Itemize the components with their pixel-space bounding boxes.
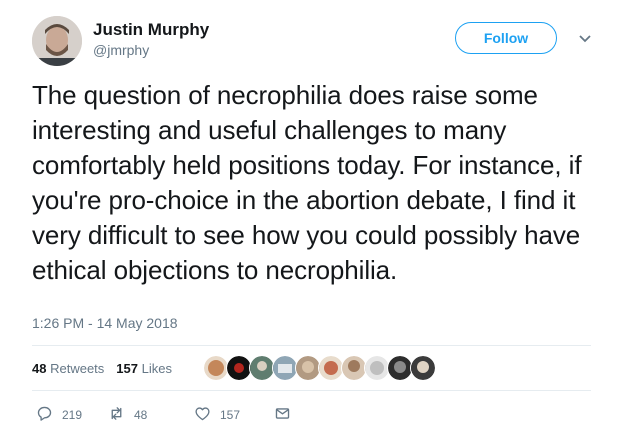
divider xyxy=(32,345,591,346)
direct-message-button[interactable] xyxy=(274,405,291,425)
retweets-stat-label: Retweets xyxy=(50,361,105,376)
follow-button[interactable]: Follow xyxy=(455,22,557,54)
engagement-stats: 48 Retweets 157 Likes xyxy=(32,361,172,376)
likes-stat-label: Likes xyxy=(141,361,172,376)
retweet-icon xyxy=(108,405,125,425)
like-count: 157 xyxy=(220,408,241,422)
heart-icon xyxy=(194,405,211,425)
reply-button[interactable]: 219 xyxy=(36,405,82,425)
retweet-count: 48 xyxy=(134,408,148,422)
divider xyxy=(32,390,591,391)
liker-avatars xyxy=(203,355,436,381)
follow-button-label: Follow xyxy=(483,30,529,46)
likes-count: 157 xyxy=(116,361,138,376)
author-name[interactable]: Justin Murphy xyxy=(93,20,209,40)
liker-avatar[interactable] xyxy=(410,355,436,381)
tweet-text: The question of necrophilia does raise s… xyxy=(32,80,582,285)
retweets-count: 48 xyxy=(32,361,47,376)
author-handle[interactable]: @jmrphy xyxy=(93,42,149,58)
envelope-icon xyxy=(274,405,291,425)
tweet-timestamp[interactable]: 1:26 PM - 14 May 2018 xyxy=(32,315,178,331)
reply-icon xyxy=(36,405,53,425)
retweet-button[interactable]: 48 xyxy=(108,405,147,425)
retweets-stat[interactable]: 48 Retweets xyxy=(32,361,104,376)
chevron-down-icon[interactable] xyxy=(578,32,592,46)
like-button[interactable]: 157 xyxy=(194,405,240,425)
likes-stat[interactable]: 157 Likes xyxy=(116,361,172,376)
reply-count: 219 xyxy=(62,408,83,422)
author-avatar[interactable] xyxy=(32,16,82,66)
